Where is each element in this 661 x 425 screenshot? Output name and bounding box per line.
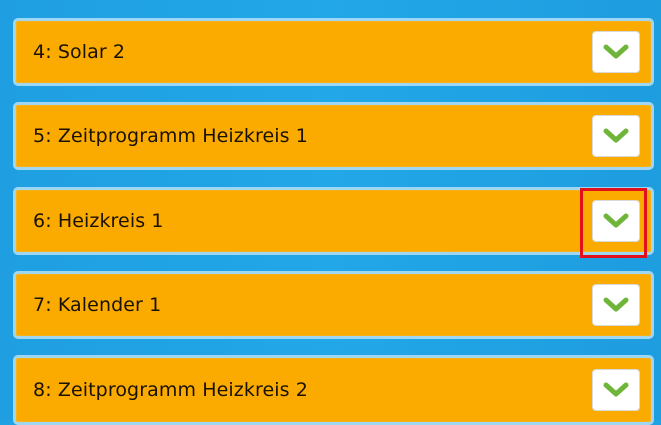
chevron-down-icon [603,213,629,228]
expand-button[interactable] [593,370,639,410]
list-item-solar-2[interactable]: 4: Solar 2 [13,18,654,86]
list-item-label: 5: Zeitprogramm Heizkreis 1 [33,125,308,147]
chevron-down-icon [603,297,629,312]
chevron-down-icon [603,382,629,397]
list-item-kalender-1[interactable]: 7: Kalender 1 [13,271,654,339]
expand-button[interactable] [593,285,639,325]
list-item-label: 4: Solar 2 [33,41,126,63]
list-item-label: 6: Heizkreis 1 [33,210,164,232]
list-item-zeitprogramm-heizkreis-2[interactable]: 8: Zeitprogramm Heizkreis 2 [13,355,654,425]
list-item-label: 8: Zeitprogramm Heizkreis 2 [33,379,308,401]
expand-button[interactable] [593,116,639,156]
module-list: 4: Solar 2 5: Zeitprogramm Heizkreis 1 6… [0,0,661,425]
list-item-zeitprogramm-heizkreis-1[interactable]: 5: Zeitprogramm Heizkreis 1 [13,102,654,170]
list-item-heizkreis-1[interactable]: 6: Heizkreis 1 [13,187,654,255]
expand-button[interactable] [593,32,639,72]
chevron-down-icon [603,128,629,143]
expand-button[interactable] [593,201,639,241]
list-item-label: 7: Kalender 1 [33,294,162,316]
chevron-down-icon [603,44,629,59]
